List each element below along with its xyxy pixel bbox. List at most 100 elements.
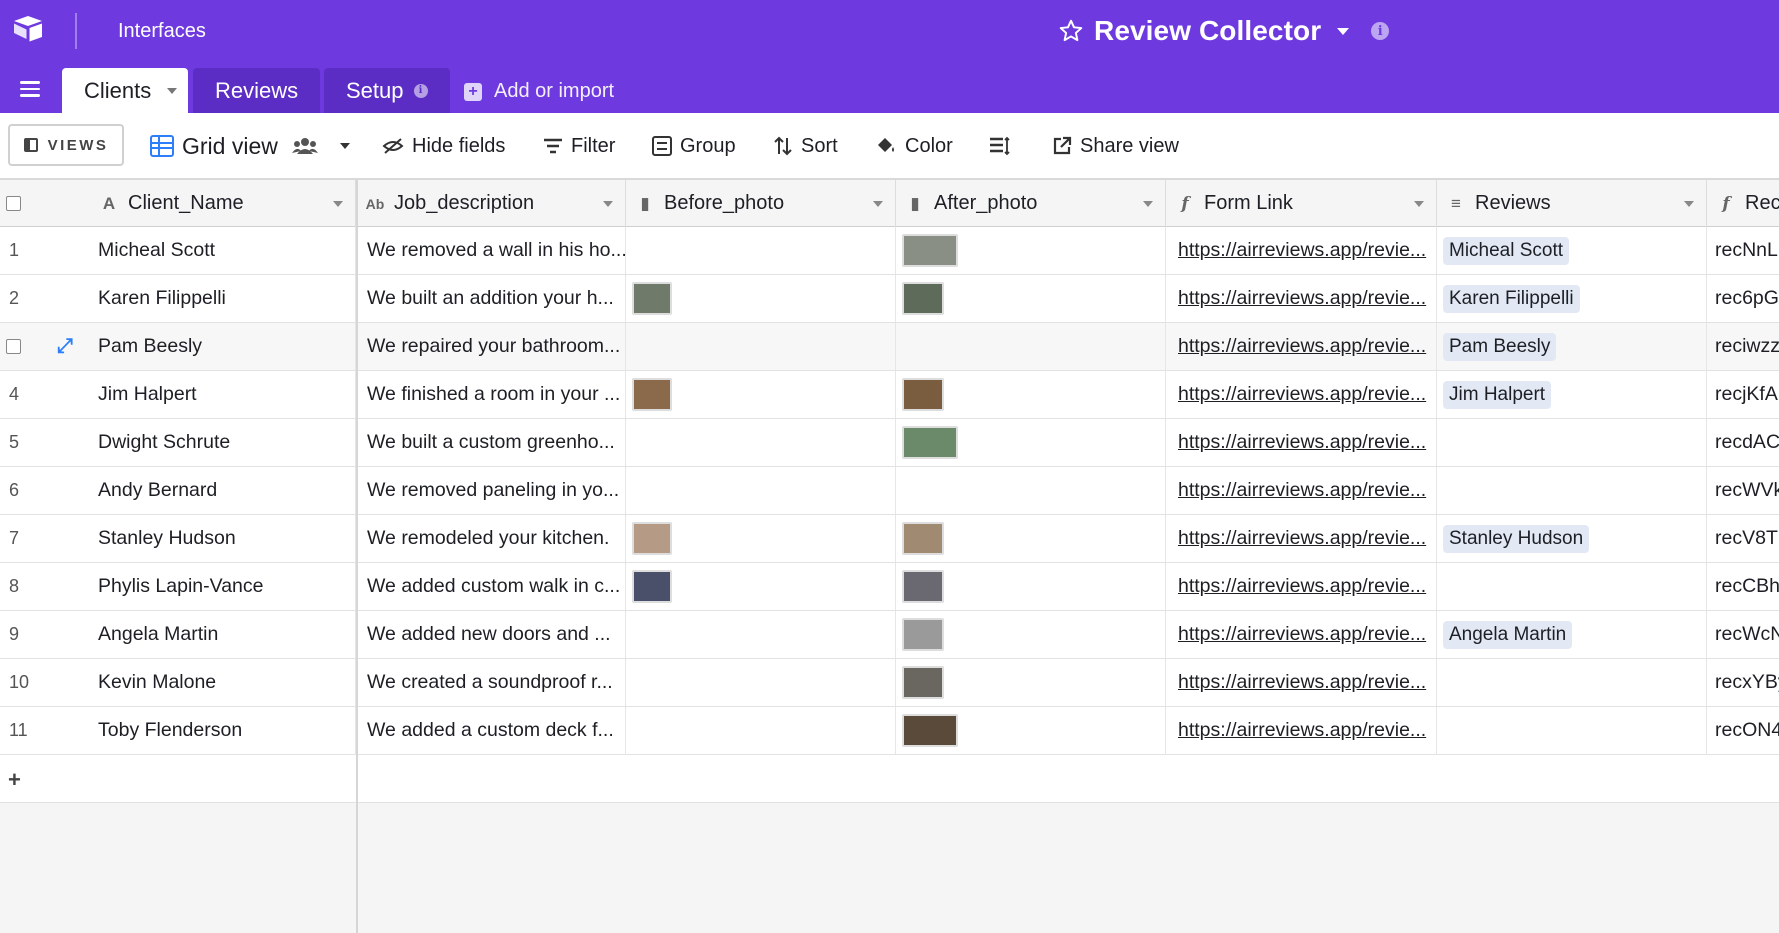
job-description-cell[interactable]: We removed a wall in his ho... — [356, 227, 626, 274]
row-number-cell[interactable]: 5 — [0, 419, 90, 466]
row-number-cell[interactable]: 9 — [0, 611, 90, 658]
client-name-cell[interactable]: Angela Martin — [90, 611, 356, 658]
chevron-down-icon[interactable] — [873, 201, 883, 207]
after-photo-cell[interactable] — [896, 467, 1166, 514]
photo-thumbnail[interactable] — [632, 570, 672, 603]
client-name-cell[interactable]: Kevin Malone — [90, 659, 356, 706]
base-title-group[interactable]: Review Collector i — [1058, 14, 1390, 48]
column-header-after-photo[interactable]: ▮ After_photo — [896, 180, 1166, 227]
share-view-button[interactable]: Share view — [1052, 131, 1179, 161]
rec-id-cell[interactable]: recWcN — [1707, 611, 1779, 658]
reviews-cell[interactable]: Angela Martin — [1437, 611, 1707, 658]
client-name-cell[interactable]: Phylis Lapin-Vance — [90, 563, 356, 610]
rec-id-cell[interactable]: recxYBy — [1707, 659, 1779, 706]
chevron-down-icon[interactable] — [1414, 201, 1424, 207]
table-row[interactable]: 6 Andy Bernard We removed paneling in yo..… — [0, 467, 1779, 515]
expand-record-icon[interactable]: ⤢ — [57, 335, 73, 358]
column-header-job-description[interactable]: Ab Job_description — [356, 180, 626, 227]
reviews-cell[interactable] — [1437, 707, 1707, 754]
client-name-cell[interactable]: Andy Bernard — [90, 467, 356, 514]
table-row[interactable]: 7 Stanley Hudson We remodeled your kitchen… — [0, 515, 1779, 563]
job-description-cell[interactable]: We built a custom greenho... — [356, 419, 626, 466]
row-number-cell[interactable]: 6 — [0, 467, 90, 514]
color-button[interactable]: Color — [875, 131, 953, 161]
after-photo-cell[interactable] — [896, 419, 1166, 466]
column-header-client-name[interactable]: A Client_Name — [90, 180, 356, 227]
job-description-cell[interactable]: We created a soundproof r... — [356, 659, 626, 706]
photo-thumbnail[interactable] — [632, 522, 672, 555]
after-photo-cell[interactable] — [896, 563, 1166, 610]
photo-thumbnail[interactable] — [902, 618, 944, 651]
form-link-cell[interactable]: https://airreviews.app/revie... — [1166, 323, 1437, 370]
photo-thumbnail[interactable] — [902, 282, 944, 315]
photo-thumbnail[interactable] — [632, 378, 672, 411]
plus-icon[interactable]: + — [8, 767, 21, 793]
before-photo-cell[interactable] — [626, 467, 896, 514]
job-description-cell[interactable]: We remodeled your kitchen. — [356, 515, 626, 562]
rec-id-cell[interactable]: recjKfA — [1707, 371, 1779, 418]
photo-thumbnail[interactable] — [902, 666, 944, 699]
filter-button[interactable]: Filter — [543, 131, 615, 161]
star-icon[interactable] — [1058, 18, 1084, 44]
client-name-cell[interactable]: Dwight Schrute — [90, 419, 356, 466]
interfaces-link[interactable]: Interfaces — [118, 20, 206, 43]
tab-reviews[interactable]: Reviews — [193, 68, 320, 113]
after-photo-cell[interactable] — [896, 611, 1166, 658]
before-photo-cell[interactable] — [626, 515, 896, 562]
row-number-cell[interactable]: 10 — [0, 659, 90, 706]
job-description-cell[interactable]: We repaired your bathroom... — [356, 323, 626, 370]
linked-record-pill[interactable]: Angela Martin — [1443, 620, 1573, 649]
after-photo-cell[interactable] — [896, 707, 1166, 754]
reviews-cell[interactable] — [1437, 659, 1707, 706]
photo-thumbnail[interactable] — [902, 378, 944, 411]
before-photo-cell[interactable] — [626, 659, 896, 706]
photo-thumbnail[interactable] — [902, 714, 958, 747]
reviews-cell[interactable] — [1437, 563, 1707, 610]
client-name-cell[interactable]: Karen Filippelli — [90, 275, 356, 322]
job-description-cell[interactable]: We added a custom deck f... — [356, 707, 626, 754]
before-photo-cell[interactable] — [626, 611, 896, 658]
row-number-cell[interactable]: 4 — [0, 371, 90, 418]
after-photo-cell[interactable] — [896, 371, 1166, 418]
row-checkbox[interactable] — [6, 339, 21, 354]
reviews-cell[interactable]: Jim Halpert — [1437, 371, 1707, 418]
column-header-form-link[interactable]: f Form Link — [1166, 180, 1437, 227]
client-name-cell[interactable]: Micheal Scott — [90, 227, 356, 274]
table-row[interactable]: 11 Toby Flenderson We added a custom deck … — [0, 707, 1779, 755]
after-photo-cell[interactable] — [896, 515, 1166, 562]
reviews-cell[interactable]: Karen Filippelli — [1437, 275, 1707, 322]
form-link-cell[interactable]: https://airreviews.app/revie... — [1166, 371, 1437, 418]
photo-thumbnail[interactable] — [902, 234, 958, 267]
reviews-cell[interactable] — [1437, 419, 1707, 466]
chevron-down-icon[interactable] — [339, 143, 350, 149]
row-number-cell[interactable]: 8 — [0, 563, 90, 610]
form-link-cell[interactable]: https://airreviews.app/revie... — [1166, 419, 1437, 466]
before-photo-cell[interactable] — [626, 563, 896, 610]
table-row[interactable]: 10 Kevin Malone We created a soundproof r.… — [0, 659, 1779, 707]
add-record-row[interactable]: + — [0, 755, 1779, 803]
chevron-down-icon[interactable] — [167, 87, 178, 94]
rec-id-cell[interactable]: recV8T — [1707, 515, 1779, 562]
rec-id-cell[interactable]: recCBh — [1707, 563, 1779, 610]
reviews-cell[interactable]: Micheal Scott — [1437, 227, 1707, 274]
row-height-button[interactable] — [989, 131, 1011, 161]
table-row[interactable]: 8 Phylis Lapin-Vance We added custom walk … — [0, 563, 1779, 611]
form-link-cell[interactable]: https://airreviews.app/revie... — [1166, 659, 1437, 706]
row-number-cell[interactable]: 11 — [0, 707, 90, 754]
menu-icon[interactable] — [20, 81, 40, 101]
tab-clients[interactable]: Clients — [62, 68, 188, 113]
table-row[interactable]: ⤢ Pam Beesly We repaired your bathroom... h… — [0, 323, 1779, 371]
photo-thumbnail[interactable] — [902, 522, 944, 555]
reviews-cell[interactable]: Pam Beesly — [1437, 323, 1707, 370]
linked-record-pill[interactable]: Micheal Scott — [1443, 236, 1570, 265]
linked-record-pill[interactable]: Pam Beesly — [1443, 332, 1557, 361]
reviews-cell[interactable] — [1437, 467, 1707, 514]
table-row[interactable]: 5 Dwight Schrute We built a custom greenho… — [0, 419, 1779, 467]
chevron-down-icon[interactable] — [1143, 201, 1153, 207]
add-or-import-button[interactable]: + Add or import — [464, 80, 614, 103]
job-description-cell[interactable]: We added custom walk in c... — [356, 563, 626, 610]
table-row[interactable]: 4 Jim Halpert We finished a room in your .… — [0, 371, 1779, 419]
column-header-reviews[interactable]: ≡ Reviews — [1437, 180, 1707, 227]
client-name-cell[interactable]: Toby Flenderson — [90, 707, 356, 754]
info-icon[interactable]: i — [1371, 22, 1390, 40]
